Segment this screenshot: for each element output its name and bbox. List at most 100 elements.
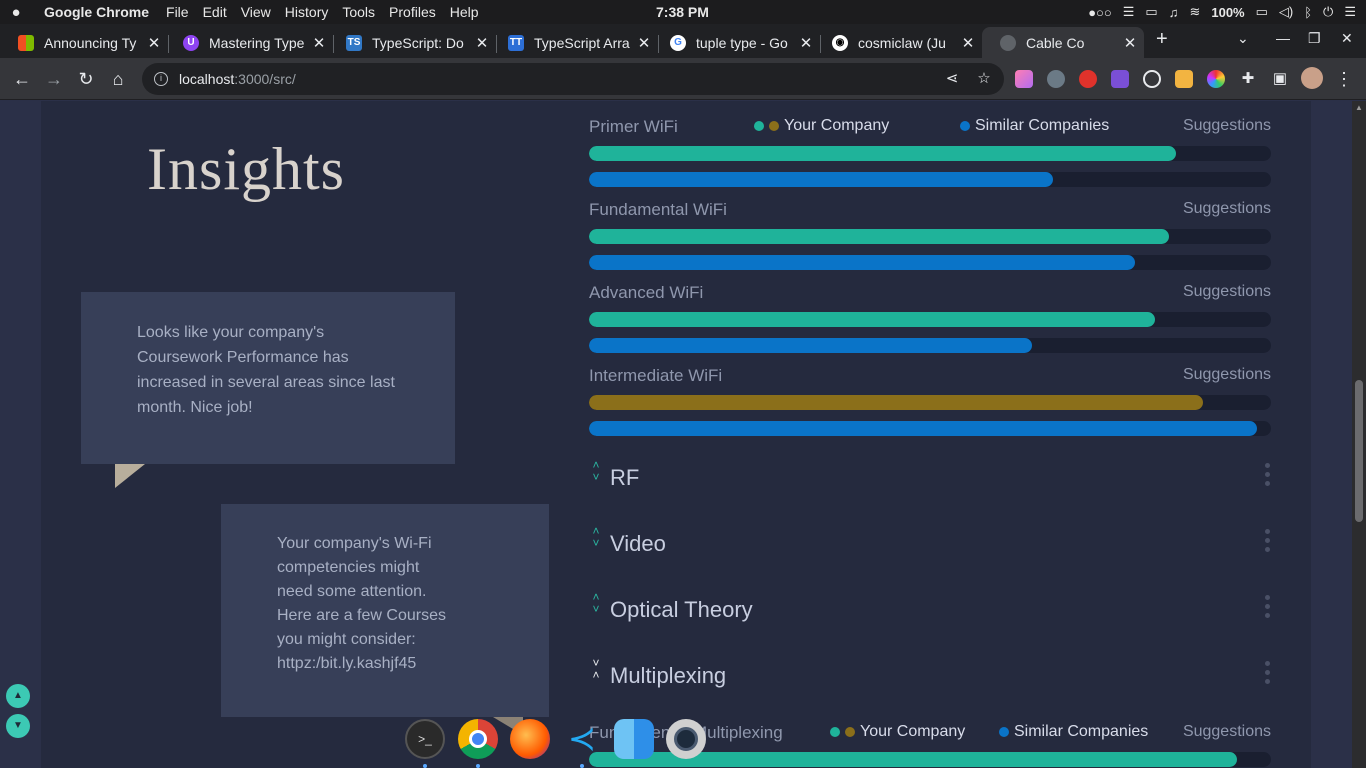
menu-tools[interactable]: Tools [335,4,382,20]
folder-icon[interactable]: ▭ [1145,4,1157,20]
extension-spy-icon[interactable] [1047,70,1065,88]
close-icon[interactable]: ✕ [309,34,329,52]
tab-mastering[interactable]: U Mastering Type ✕ [165,27,333,58]
battery-icon[interactable]: ▭ [1256,4,1268,20]
scrollbar-thumb[interactable] [1355,380,1363,522]
more-options-icon[interactable] [1263,595,1271,618]
sidebar-icon[interactable]: ▣ [1268,67,1292,91]
tab-typescript-array[interactable]: TT TypeScript Arra ✕ [490,27,658,58]
vscode-icon[interactable]: ≺ [562,719,602,759]
section-title[interactable]: Optical Theory [610,597,753,623]
chrome-icon[interactable] [458,719,498,759]
suggestions-link[interactable]: Suggestions [1183,366,1271,384]
dots-icon[interactable]: ●○○ [1088,5,1112,20]
list-icon[interactable]: ☰ [1123,4,1135,20]
running-indicator [423,764,427,768]
kebab-menu-icon[interactable]: ⋮ [1332,67,1356,91]
bluetooth-icon[interactable]: ᛒ [1304,5,1312,20]
bubble-tail [115,464,145,488]
more-options-icon[interactable] [1263,661,1271,684]
extension-v-icon[interactable] [1111,70,1129,88]
section-title[interactable]: Multiplexing [610,663,726,689]
suggestions-link[interactable]: Suggestions [1183,117,1271,135]
share-icon[interactable]: ⋖ [942,69,962,89]
wifi-icon[interactable]: ≋ [1189,4,1200,20]
menu-file[interactable]: File [159,4,196,20]
section-title[interactable]: RF [610,465,639,491]
suggestions-link[interactable]: Suggestions [1183,200,1271,218]
extension-color-icon[interactable] [1207,70,1225,88]
tab-typescript-docs[interactable]: TS TypeScript: Do ✕ [328,27,496,58]
insight-line: need some attention. [277,583,427,600]
expand-chevrons-icon[interactable]: ˄ ˅ [589,459,603,483]
firefox-icon[interactable] [510,719,550,759]
section-title[interactable]: Video [610,531,666,557]
extension-gradient-icon[interactable] [1015,70,1033,88]
extension-note-icon[interactable] [1175,70,1193,88]
control-center-icon[interactable]: ☰ [1344,4,1356,20]
extension-hand-icon[interactable] [1079,70,1097,88]
legend-dot-teal [754,121,764,131]
finder-icon[interactable] [614,719,654,759]
menu-app-name[interactable]: Google Chrome [32,4,159,20]
skill-intermediate-wifi: Intermediate WiFi Suggestions [589,366,1271,436]
menubar-clock[interactable]: 7:38 PM [656,4,709,20]
menu-view[interactable]: View [234,4,278,20]
section-optical-theory[interactable]: ˄ ˅ Optical Theory [589,591,1271,631]
camera-icon[interactable] [666,719,706,759]
expand-chevrons-icon[interactable]: ˄ ˅ [589,591,603,615]
tab-cable-co[interactable]: Cable Co ✕ [982,27,1144,58]
suggestions-link[interactable]: Suggestions [1183,283,1271,301]
tab-tuple-type[interactable]: G tuple type - Go ✕ [652,27,820,58]
scroll-arrow-icon[interactable]: ▲ [1355,103,1363,112]
close-icon[interactable]: ✕ [1120,34,1140,52]
scroll-up-button[interactable]: ▲ [6,684,30,708]
chevron-down-icon[interactable]: ⌄ [1237,30,1249,47]
battery-label[interactable]: 100% [1211,5,1244,20]
home-icon[interactable]: ⌂ [106,67,130,91]
reload-icon[interactable]: ↻ [74,67,98,91]
apple-icon[interactable]: ● [0,4,32,21]
tab-cosmiclaw[interactable]: ◉ cosmiclaw (Ju ✕ [814,27,982,58]
course-link[interactable]: httpz:/bit.ly.kashjf45 [277,652,493,676]
close-icon[interactable]: ✕ [634,34,654,52]
menu-history[interactable]: History [278,4,336,20]
close-icon[interactable]: ✕ [472,34,492,52]
close-icon[interactable]: ✕ [144,34,164,52]
tt-icon: TT [508,34,524,51]
puzzle-icon[interactable]: ✚ [1236,67,1260,91]
restore-icon[interactable]: ❐ [1308,30,1321,47]
more-options-icon[interactable] [1263,463,1271,486]
more-options-icon[interactable] [1263,529,1271,552]
star-icon[interactable]: ☆ [974,69,994,89]
bar-your-company [589,229,1271,244]
suggestions-link[interactable]: Suggestions [1183,723,1271,741]
expand-chevrons-icon[interactable]: ˄ ˅ [589,525,603,549]
menu-profiles[interactable]: Profiles [382,4,443,20]
avatar[interactable] [1301,67,1323,89]
close-icon[interactable]: ✕ [958,34,978,52]
section-multiplexing[interactable]: ˅ ˄ Multiplexing [589,657,1271,697]
address-bar[interactable]: i localhost:3000/src/ ⋖ ☆ [142,63,1004,95]
close-icon[interactable]: ✕ [796,34,816,52]
back-icon[interactable]: ← [10,67,34,91]
scroll-down-button[interactable]: ▼ [6,714,30,738]
info-icon[interactable]: i [154,72,168,86]
new-tab-icon[interactable]: + [1156,28,1168,51]
section-video[interactable]: ˄ ˅ Video [589,525,1271,565]
section-rf[interactable]: ˄ ˅ RF [589,459,1271,499]
extension-target-icon[interactable] [1143,70,1161,88]
close-window-icon[interactable]: ✕ [1341,30,1353,47]
power-icon[interactable]: ⏻ [1323,4,1333,20]
minimize-icon[interactable]: — [1276,30,1290,46]
volume-icon[interactable]: ◁) [1279,4,1293,20]
globe-icon [1000,34,1016,51]
collapse-chevrons-icon[interactable]: ˅ ˄ [589,657,603,681]
bell-icon[interactable]: ♫ [1169,5,1179,20]
terminal-icon[interactable]: >_ [405,719,445,759]
page-scrollbar[interactable]: ▲ [1352,101,1366,768]
menu-help[interactable]: Help [443,4,486,20]
tab-announcing[interactable]: Announcing Ty ✕ [0,27,168,58]
menu-edit[interactable]: Edit [196,4,234,20]
forward-icon[interactable]: → [42,67,66,91]
